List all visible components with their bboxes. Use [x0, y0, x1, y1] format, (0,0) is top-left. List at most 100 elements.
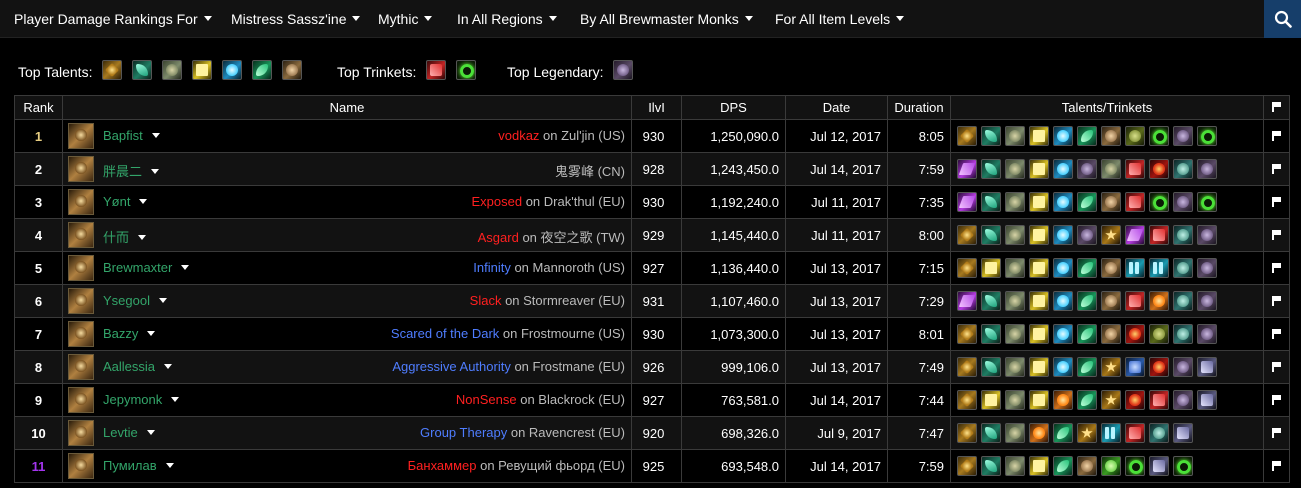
jade-icon[interactable]: [981, 423, 1001, 443]
guild-link[interactable]: Slack: [470, 293, 502, 308]
player-name-link[interactable]: Aallessia: [103, 359, 173, 374]
amber-icon[interactable]: [1101, 390, 1121, 410]
jade-icon[interactable]: [981, 225, 1001, 245]
red-icon[interactable]: [1125, 423, 1145, 443]
leaf-icon[interactable]: [1077, 192, 1097, 212]
red-icon[interactable]: [1149, 390, 1169, 410]
monk-icon[interactable]: [1101, 192, 1121, 212]
purple-icon[interactable]: [1077, 159, 1097, 179]
top-talent-monk-icon[interactable]: [282, 60, 302, 80]
duration-header[interactable]: Duration: [887, 95, 951, 120]
ice-icon[interactable]: [1053, 291, 1073, 311]
yellow-icon[interactable]: [1029, 126, 1049, 146]
gold-icon[interactable]: [957, 258, 977, 278]
gold-icon[interactable]: [957, 126, 977, 146]
teal-icon[interactable]: [1173, 159, 1193, 179]
ice-icon[interactable]: [1053, 126, 1073, 146]
chevron-down-icon[interactable]: [158, 298, 167, 303]
slate-icon[interactable]: [1149, 456, 1169, 476]
yellow-icon[interactable]: [1029, 225, 1049, 245]
yellow-icon[interactable]: [981, 390, 1001, 410]
yellow-icon[interactable]: [1029, 390, 1049, 410]
chevron-down-icon[interactable]: [138, 235, 147, 240]
dps-header[interactable]: DPS: [681, 95, 786, 120]
monk-icon[interactable]: [1077, 456, 1097, 476]
monk-icon[interactable]: [1101, 291, 1121, 311]
top-talent-ice-icon[interactable]: [222, 60, 242, 80]
flag-icon[interactable]: [1272, 427, 1281, 438]
ring-icon[interactable]: [1197, 192, 1217, 212]
player-name-link[interactable]: Ysegool: [103, 293, 167, 308]
player-name-link[interactable]: Jepymonk: [103, 392, 180, 407]
purple-icon[interactable]: [1173, 357, 1193, 377]
top-trinket-red-icon[interactable]: [426, 60, 446, 80]
slate-icon[interactable]: [1197, 357, 1217, 377]
chevron-down-icon[interactable]: [146, 430, 155, 435]
flag-icon[interactable]: [1272, 130, 1281, 141]
yellow-icon[interactable]: [1029, 291, 1049, 311]
crimson-icon[interactable]: [1125, 390, 1145, 410]
yellow-icon[interactable]: [1029, 357, 1049, 377]
leaf-icon[interactable]: [1053, 456, 1073, 476]
blue-icon[interactable]: [1125, 357, 1145, 377]
guild-link[interactable]: Group Therapy: [420, 425, 507, 440]
leaf-icon[interactable]: [1077, 258, 1097, 278]
chevron-down-icon[interactable]: [164, 364, 173, 369]
bird-icon[interactable]: [1005, 126, 1025, 146]
leaf-icon[interactable]: [1077, 324, 1097, 344]
yellow-icon[interactable]: [1029, 258, 1049, 278]
leaf-icon[interactable]: [1077, 291, 1097, 311]
nav-dropdown-1[interactable]: Mistress Sassz'ine: [231, 0, 361, 38]
player-name-link[interactable]: 胖晨二: [103, 161, 160, 180]
bird-icon[interactable]: [1005, 291, 1025, 311]
flag-icon[interactable]: [1272, 361, 1281, 372]
monk-icon[interactable]: [1101, 258, 1121, 278]
flag-icon[interactable]: [1272, 196, 1281, 207]
bird-icon[interactable]: [1005, 192, 1025, 212]
flag-icon[interactable]: [1272, 163, 1281, 174]
slate-icon[interactable]: [1197, 390, 1217, 410]
teal-icon[interactable]: [1173, 291, 1193, 311]
bird-icon[interactable]: [1101, 159, 1121, 179]
leaf-icon[interactable]: [1077, 357, 1097, 377]
violet-icon[interactable]: [957, 159, 977, 179]
orange-icon[interactable]: [1149, 291, 1169, 311]
rank-header[interactable]: Rank: [14, 95, 63, 120]
purple-icon[interactable]: [1197, 225, 1217, 245]
olive-icon[interactable]: [1149, 324, 1169, 344]
bird-icon[interactable]: [1005, 357, 1025, 377]
crimson-icon[interactable]: [1149, 357, 1169, 377]
purple-icon[interactable]: [1077, 225, 1097, 245]
violet-icon[interactable]: [957, 192, 977, 212]
bird-icon[interactable]: [1005, 159, 1025, 179]
violet-icon[interactable]: [1125, 225, 1145, 245]
chevron-down-icon[interactable]: [171, 397, 180, 402]
player-name-link[interactable]: Bazzy: [103, 326, 156, 341]
flag-icon[interactable]: [1272, 262, 1281, 273]
flag-icon[interactable]: [1272, 328, 1281, 339]
top-talent-jade-icon[interactable]: [132, 60, 152, 80]
ring-icon[interactable]: [1173, 456, 1193, 476]
chevron-down-icon[interactable]: [181, 265, 190, 270]
ring-icon[interactable]: [1149, 192, 1169, 212]
yellow-icon[interactable]: [1029, 456, 1049, 476]
jade-icon[interactable]: [981, 126, 1001, 146]
bird-icon[interactable]: [1005, 258, 1025, 278]
orange-icon[interactable]: [1053, 390, 1073, 410]
guild-link[interactable]: Exposed: [472, 194, 523, 209]
bird-icon[interactable]: [1005, 456, 1025, 476]
bird-icon[interactable]: [1005, 225, 1025, 245]
yellow-icon[interactable]: [981, 258, 1001, 278]
nav-dropdown-4[interactable]: By All Brewmaster Monks: [580, 0, 753, 38]
nav-dropdown-0[interactable]: Player Damage Rankings For: [14, 0, 212, 38]
ring-icon[interactable]: [1125, 456, 1145, 476]
leaf-icon[interactable]: [1077, 126, 1097, 146]
gold-icon[interactable]: [957, 324, 977, 344]
teal-icon[interactable]: [1173, 225, 1193, 245]
chevron-down-icon[interactable]: [147, 331, 156, 336]
yellow-icon[interactable]: [1029, 159, 1049, 179]
guild-link[interactable]: Asgard: [478, 230, 519, 245]
guild-link[interactable]: Aggressive Authority: [392, 359, 511, 374]
ice-icon[interactable]: [1053, 159, 1073, 179]
top-talent-leaf-icon[interactable]: [252, 60, 272, 80]
